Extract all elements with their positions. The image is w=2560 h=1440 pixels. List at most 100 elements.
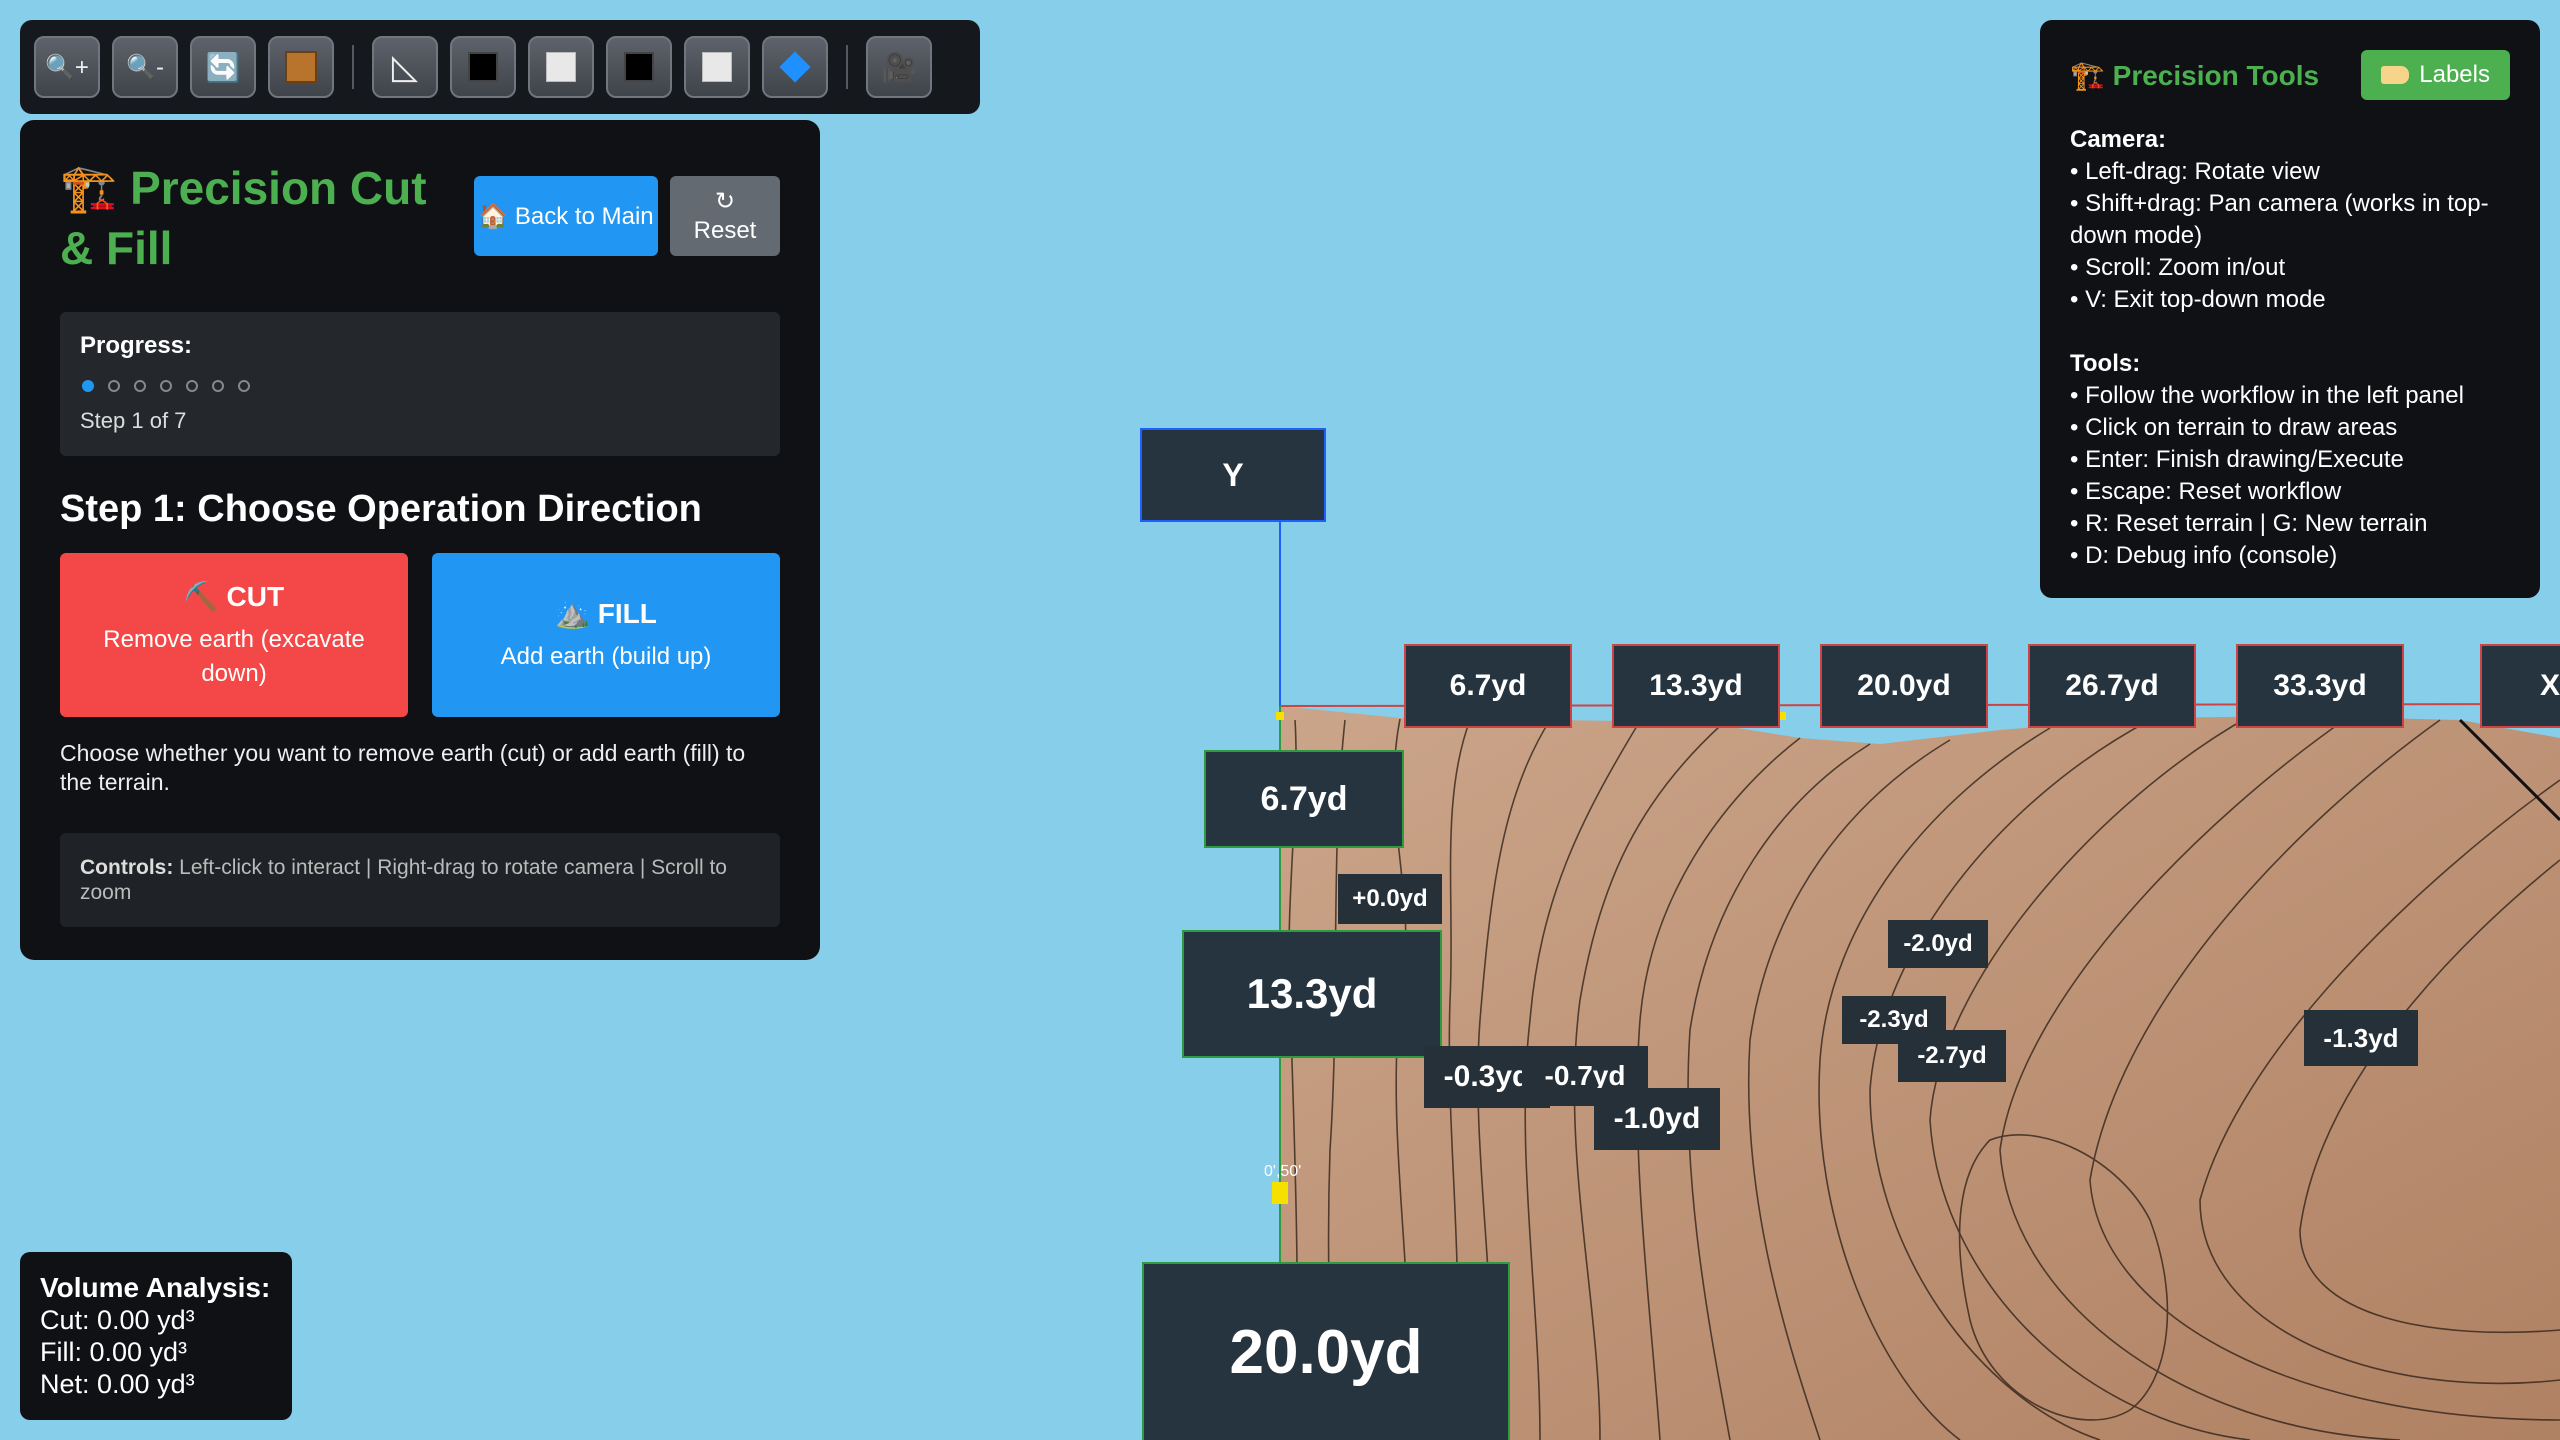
reset-button[interactable]: ↻ Reset	[670, 176, 780, 256]
step-count: Step 1 of 7	[80, 408, 187, 433]
reset-label: Reset	[693, 217, 757, 244]
z-axis-label: 20.0yd	[1142, 1262, 1510, 1440]
back-to-main-button[interactable]: 🏠 Back to Main	[474, 176, 658, 256]
refresh-view-button[interactable]: 🔄	[190, 36, 256, 98]
cut-description: Remove earth (excavate down)	[103, 625, 365, 687]
progress-dot	[186, 380, 198, 392]
refresh-icon: 🔄	[205, 51, 241, 83]
labels-toggle-button[interactable]: Labels	[2361, 50, 2510, 100]
zoom-in-icon: 🔍+	[45, 53, 89, 81]
elevation-label: -2.0yd	[1888, 920, 1988, 968]
crane-icon: 🏗️	[60, 162, 118, 214]
controls-hint: Controls: Left-click to interact | Right…	[60, 833, 780, 927]
fill-description: Add earth (build up)	[500, 642, 712, 670]
panel-title: 🏗️ Precision Cut & Fill	[60, 158, 460, 278]
progress-dot	[238, 380, 250, 392]
camera-help: Camera: • Left-drag: Rotate view • Shift…	[2070, 124, 2510, 316]
z-axis-label: 13.3yd	[1182, 930, 1442, 1058]
zoom-out-button[interactable]: 🔍-	[112, 36, 178, 98]
blue-diamond-icon	[779, 51, 811, 83]
progress-label: Progress:	[80, 332, 193, 359]
progress-dot	[108, 380, 120, 392]
help-item: • R: Reset terrain | G: New terrain	[2070, 510, 2428, 537]
help-item: • Shift+drag: Pan camera (works in top-d…	[2070, 190, 2489, 249]
fill-label: FILL	[597, 597, 657, 629]
reset-icon: ↻	[714, 188, 736, 215]
diamond-button[interactable]	[762, 36, 828, 98]
light-surface-2-button[interactable]	[684, 36, 750, 98]
dark-surface-button[interactable]	[450, 36, 516, 98]
tools-help: Tools: • Follow the workflow in the left…	[2070, 348, 2510, 572]
home-icon: 🏠	[478, 202, 509, 230]
elevation-label: +0.0yd	[1338, 874, 1442, 924]
x-axis-label: 20.0yd	[1820, 644, 1988, 728]
black-square-icon	[624, 52, 654, 82]
elevation-label: -1.0yd	[1594, 1088, 1720, 1150]
white-square-icon	[546, 52, 576, 82]
progress-box: Progress: Step 1 of 7	[60, 312, 780, 456]
triangle-ruler-icon: ◺	[391, 48, 419, 86]
volume-fill: Fill: 0.00 yd³	[40, 1337, 188, 1367]
z-axis-label: 6.7yd	[1204, 750, 1404, 848]
progress-dot	[134, 380, 146, 392]
tools-heading: Tools:	[2070, 350, 2141, 377]
x-axis-label: 13.3yd	[1612, 644, 1780, 728]
controls-label: Controls:	[80, 856, 174, 879]
elevation-label: -2.7yd	[1898, 1030, 2006, 1082]
box-icon	[285, 51, 317, 83]
progress-dot	[82, 380, 94, 392]
progress-dot	[212, 380, 224, 392]
volume-cut: Cut: 0.00 yd³	[40, 1305, 195, 1335]
fill-button[interactable]: ⛰️ FILL Add earth (build up)	[432, 553, 780, 717]
pick-icon: ⛏️	[183, 580, 219, 612]
camera-icon: 🎥	[881, 51, 917, 83]
help-item: • Left-drag: Rotate view	[2070, 158, 2320, 185]
light-surface-button[interactable]	[528, 36, 594, 98]
dark-surface-2-button[interactable]	[606, 36, 672, 98]
help-item: • Follow the workflow in the left panel	[2070, 382, 2464, 409]
corner-marker-tick	[1272, 1182, 1288, 1204]
zoom-out-icon: 🔍-	[126, 53, 164, 81]
measure-button[interactable]: ◺	[372, 36, 438, 98]
black-square-icon	[468, 52, 498, 82]
crane-icon: 🏗️	[2070, 59, 2105, 91]
camera-heading: Camera:	[2070, 126, 2167, 153]
help-item: • D: Debug info (console)	[2070, 542, 2338, 569]
help-item: • Click on terrain to draw areas	[2070, 414, 2398, 441]
x-axis-end-label: X	[2480, 644, 2560, 728]
toolbar-divider	[352, 45, 354, 89]
top-toolbar: 🔍+ 🔍- 🔄 ◺ 🎥	[20, 20, 980, 114]
help-item: • Escape: Reset workflow	[2070, 478, 2342, 505]
volume-net: Net: 0.00 yd³	[40, 1369, 195, 1399]
x-axis-label: 26.7yd	[2028, 644, 2196, 728]
volume-analysis-panel: Volume Analysis: Cut: 0.00 yd³ Fill: 0.0…	[20, 1252, 292, 1420]
corner-marker-label: 0',50'	[1264, 1163, 1301, 1180]
workflow-panel: 🏗️ Precision Cut & Fill 🏠 Back to Main ↻…	[20, 120, 820, 960]
tools-panel-title-text: Precision Tools	[2112, 59, 2320, 91]
tools-help-panel: 🏗️ Precision Tools Labels Camera: • Left…	[2040, 20, 2540, 598]
step-title: Step 1: Choose Operation Direction	[60, 488, 702, 530]
y-axis-label: Y	[1140, 428, 1326, 522]
cut-label: CUT	[226, 580, 285, 612]
volume-title: Volume Analysis:	[40, 1272, 271, 1303]
help-item: • Scroll: Zoom in/out	[2070, 254, 2286, 281]
3d-view-button[interactable]	[268, 36, 334, 98]
camera-button[interactable]: 🎥	[866, 36, 932, 98]
origin-marker-tick	[1276, 712, 1284, 720]
labels-button-label: Labels	[2419, 61, 2490, 88]
x-axis-label: 6.7yd	[1404, 644, 1572, 728]
back-to-main-label: Back to Main	[514, 202, 654, 230]
controls-text: Left-click to interact | Right-drag to r…	[80, 856, 727, 904]
tools-panel-title: 🏗️ Precision Tools	[2070, 59, 2319, 92]
progress-dot	[160, 380, 172, 392]
help-item: • Enter: Finish drawing/Execute	[2070, 446, 2404, 473]
zoom-in-button[interactable]: 🔍+	[34, 36, 100, 98]
x-axis-label: 33.3yd	[2236, 644, 2404, 728]
help-text: Choose whether you want to remove earth …	[60, 740, 746, 795]
cut-button[interactable]: ⛏️ CUT Remove earth (excavate down)	[60, 553, 408, 717]
tag-icon	[2381, 66, 2410, 84]
elevation-label: -1.3yd	[2304, 1010, 2418, 1066]
progress-dots	[82, 380, 760, 392]
mountain-icon: ⛰️	[555, 597, 590, 629]
help-item: • V: Exit top-down mode	[2070, 286, 2326, 313]
